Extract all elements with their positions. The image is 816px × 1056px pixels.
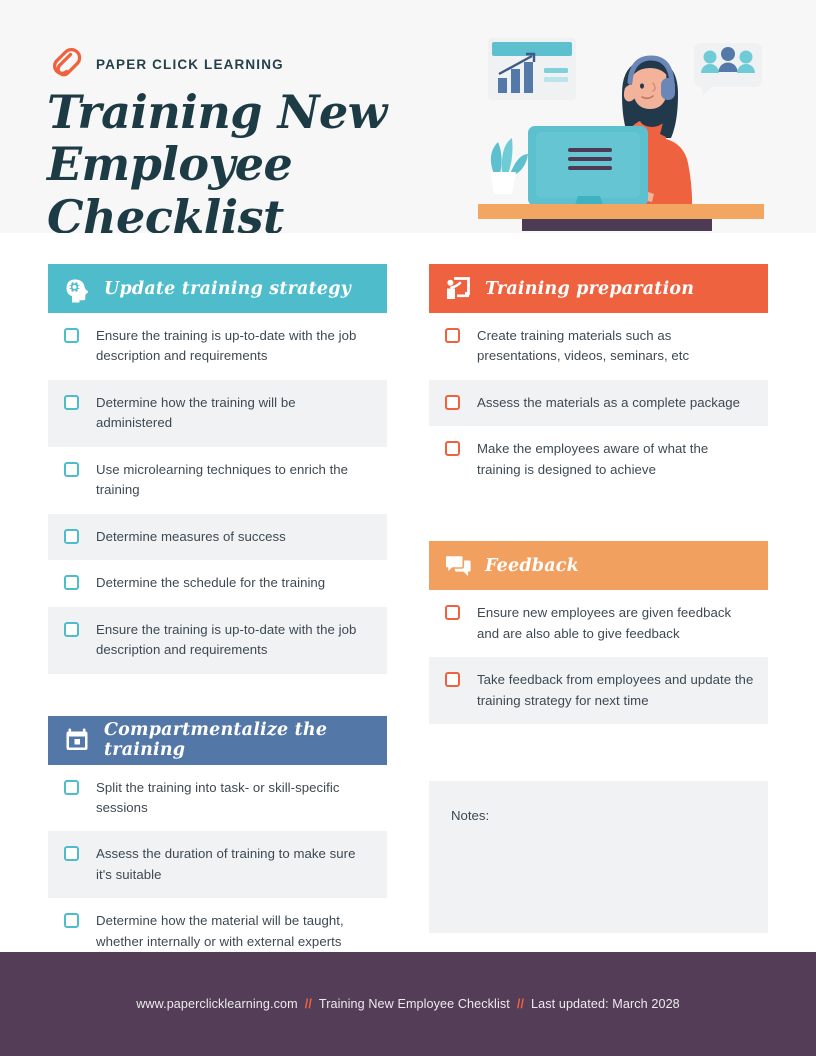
section-header: Compartmentalize the training xyxy=(48,715,387,765)
head-with-gear-icon xyxy=(63,275,91,303)
checklist-label: Ensure the training is up-to-date with t… xyxy=(96,328,357,364)
section-training-preparation: Training preparation Create training mat… xyxy=(429,264,768,494)
checkbox[interactable] xyxy=(64,328,79,343)
presenter-board-icon xyxy=(444,275,472,303)
checklist-row[interactable]: Use microlearning techniques to enrich t… xyxy=(48,446,387,514)
checkbox[interactable] xyxy=(64,575,79,591)
calendar-icon xyxy=(63,726,91,754)
footer-last-updated: Last updated: March 2028 xyxy=(531,997,680,1011)
checklist-label: Ensure the training is up-to-date with t… xyxy=(96,621,357,658)
checklist-label: Determine how the training will be admin… xyxy=(96,394,296,431)
checklist-label: Make the employees aware of what the tra… xyxy=(477,441,709,477)
checklist-label: Use microlearning techniques to enrich t… xyxy=(96,461,349,498)
checklist-row[interactable]: Ensure the training is up-to-date with t… xyxy=(48,313,387,380)
checklist-row[interactable]: Determine measures of success xyxy=(48,513,387,561)
notes-box[interactable]: Notes: xyxy=(429,781,768,934)
footer-doc-title: Training New Employee Checklist xyxy=(318,997,510,1011)
checklist-body: Update training strategy Ensure the trai… xyxy=(0,233,816,966)
checklist-row[interactable]: Take feedback from employees and update … xyxy=(429,657,768,725)
checklist-label: Take feedback from employees and update … xyxy=(477,672,754,708)
footer-separator-2: // xyxy=(516,997,525,1011)
left-column: Update training strategy Ensure the trai… xyxy=(48,264,387,966)
checkbox[interactable] xyxy=(64,621,79,637)
section-title: Feedback xyxy=(485,555,579,576)
checklist-label: Determine how the material will be taugh… xyxy=(96,913,344,949)
checklist-row[interactable]: Assess the materials as a complete packa… xyxy=(429,379,768,427)
checklist-row[interactable]: Determine the schedule for the training xyxy=(48,560,387,607)
checkbox[interactable] xyxy=(445,672,460,688)
section-title: Training preparation xyxy=(485,278,695,299)
footer-website[interactable]: www.paperclicklearning.com xyxy=(136,997,298,1011)
checklist-label: Create training materials such as presen… xyxy=(477,328,690,364)
checkbox[interactable] xyxy=(64,846,79,862)
checklist-label: Assess the materials as a complete packa… xyxy=(477,394,741,410)
checklist-row[interactable]: Make the employees aware of what the tra… xyxy=(429,426,768,494)
checkbox[interactable] xyxy=(64,394,79,410)
page-title-line-2: Employee Checklist xyxy=(47,137,293,233)
section-header: Training preparation xyxy=(429,264,768,313)
checkbox[interactable] xyxy=(64,461,79,477)
section-items: Split the training into task- or skill-s… xyxy=(48,764,387,966)
woman-at-desk-illustration xyxy=(470,26,780,233)
checklist-row[interactable]: Ensure new employees are given feedback … xyxy=(429,590,768,658)
section-header: Feedback xyxy=(429,541,768,591)
footer-separator-1: // xyxy=(304,997,312,1011)
checkbox[interactable] xyxy=(64,913,79,929)
brand: PAPER CLICK LEARNING xyxy=(49,47,284,81)
checklist-row[interactable]: Determine how the training will be admin… xyxy=(48,379,387,447)
checkbox[interactable] xyxy=(445,441,460,457)
notes-label: Notes: xyxy=(451,808,490,824)
checklist-page: PAPER CLICK LEARNING Training New Employ… xyxy=(0,0,816,1056)
section-items: Ensure new employees are given feedback … xyxy=(429,590,768,725)
section-title: Compartmentalize the training xyxy=(104,720,328,761)
section-header: Update training strategy xyxy=(48,264,387,313)
page-header: PAPER CLICK LEARNING Training New Employ… xyxy=(0,0,816,233)
checklist-row[interactable]: Create training materials such as presen… xyxy=(429,313,768,380)
right-column: Training preparation Create training mat… xyxy=(429,264,768,934)
page-footer: www.paperclicklearning.com // Training N… xyxy=(0,952,816,1056)
section-items: Ensure the training is up-to-date with t… xyxy=(48,313,387,674)
chat-bubbles-icon xyxy=(444,552,472,580)
checklist-label: Assess the duration of training to make … xyxy=(96,846,356,882)
checklist-row[interactable]: Split the training into task- or skill-s… xyxy=(48,764,387,832)
checkbox[interactable] xyxy=(445,394,460,410)
section-items: Create training materials such as presen… xyxy=(429,313,768,494)
section-feedback: Feedback Ensure new employees are given … xyxy=(429,541,768,725)
checklist-label: Split the training into task- or skill-s… xyxy=(96,779,340,815)
checklist-label: Ensure new employees are given feedback … xyxy=(477,605,732,641)
checkbox[interactable] xyxy=(445,605,460,621)
checkbox[interactable] xyxy=(64,528,79,544)
brand-name: PAPER CLICK LEARNING xyxy=(96,56,284,72)
checklist-label: Determine measures of success xyxy=(96,528,286,544)
page-title: Training New Employee Checklist xyxy=(47,86,447,233)
section-compartmentalize-the-training: Compartmentalize the training Split the … xyxy=(48,715,387,966)
checkbox[interactable] xyxy=(64,779,79,795)
footer-text: www.paperclicklearning.com // Training N… xyxy=(136,997,680,1011)
checklist-row[interactable]: Assess the duration of training to make … xyxy=(48,831,387,899)
checklist-label: Determine the schedule for the training xyxy=(96,575,326,591)
paperclip-icon xyxy=(49,47,83,81)
section-update-training-strategy: Update training strategy Ensure the trai… xyxy=(48,264,387,674)
page-title-line-1: Training New xyxy=(47,85,387,139)
checklist-row[interactable]: Ensure the training is up-to-date with t… xyxy=(48,606,387,674)
section-title: Update training strategy xyxy=(104,278,352,299)
checkbox[interactable] xyxy=(445,328,460,343)
